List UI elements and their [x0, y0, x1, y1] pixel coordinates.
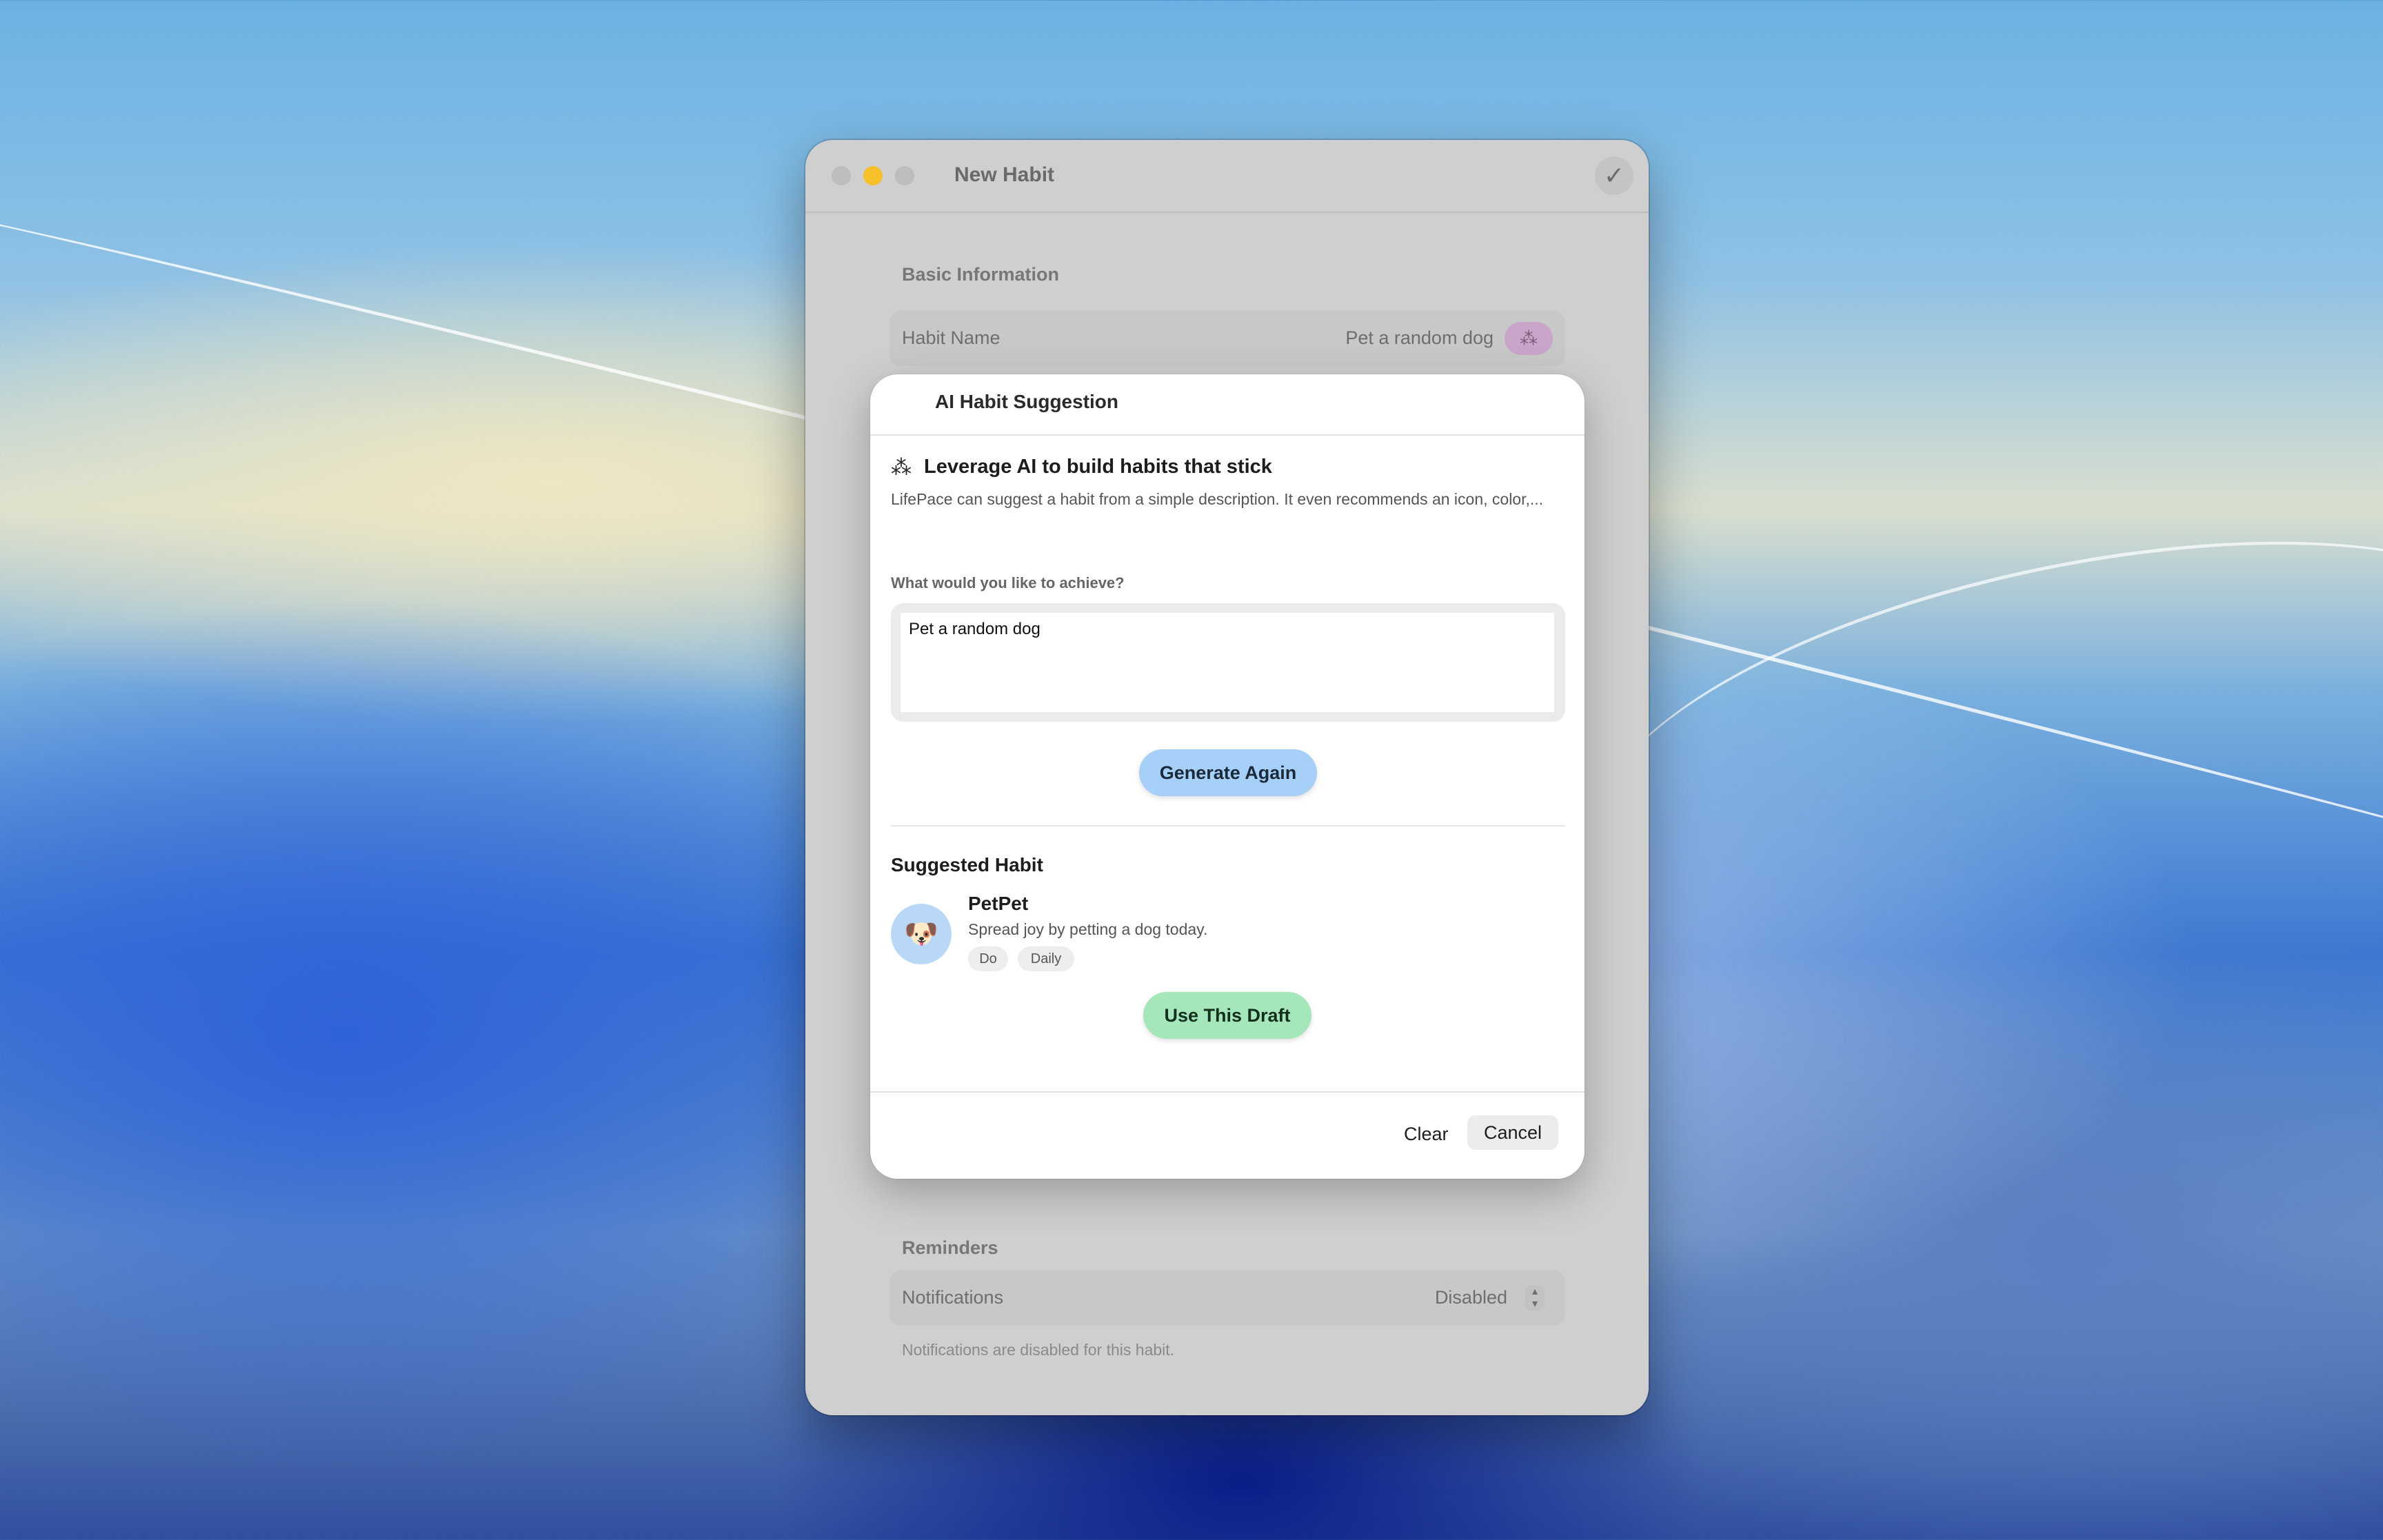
- suggested-habit-title: Suggested Habit: [891, 854, 1043, 875]
- dog-emoji-icon: 🐶: [891, 904, 952, 964]
- headline: Leverage AI to build habits that stick: [924, 456, 1272, 478]
- chevron-up-down-icon[interactable]: ▴ ▾: [1525, 1286, 1545, 1310]
- section-divider: [891, 825, 1565, 827]
- footer-divider: [870, 1091, 1585, 1093]
- prompt-label: What would you like to achieve?: [891, 574, 1125, 591]
- habit-name-label: Habit Name: [902, 327, 1001, 348]
- close-window-button[interactable]: [832, 166, 851, 185]
- sheet-title: AI Habit Suggestion: [935, 391, 1118, 412]
- title-bar: New Habit ✓: [805, 140, 1649, 213]
- generate-again-button[interactable]: Generate Again: [1139, 749, 1317, 796]
- wallpaper-streak: [1560, 468, 2383, 1011]
- ai-suggest-button[interactable]: ⁂: [1505, 322, 1553, 355]
- confirm-button[interactable]: ✓: [1595, 156, 1633, 195]
- window-title: New Habit: [954, 163, 1055, 186]
- prompt-input[interactable]: Pet a random dog: [901, 613, 1554, 712]
- clear-button[interactable]: Clear: [1404, 1124, 1449, 1145]
- suggested-habit-name: PetPet: [968, 893, 1029, 914]
- notifications-row[interactable]: Notifications Disabled ▴ ▾: [889, 1270, 1565, 1326]
- ai-habit-suggestion-sheet: AI Habit Suggestion ⁂ Leverage AI to bui…: [870, 374, 1585, 1179]
- habit-name-value: Pet a random dog: [1345, 327, 1494, 348]
- habit-frequency-tag: Daily: [1018, 946, 1074, 971]
- reminders-header: Reminders: [902, 1237, 998, 1258]
- basic-information-header: Basic Information: [902, 264, 1060, 285]
- description: LifePace can suggest a habit from a simp…: [891, 490, 1544, 508]
- prompt-input-container: Pet a random dog: [891, 603, 1565, 722]
- habit-name-row[interactable]: Habit Name Pet a random dog ⁂: [889, 311, 1565, 366]
- cancel-button[interactable]: Cancel: [1467, 1115, 1558, 1150]
- magic-wand-icon: ⁂: [1520, 328, 1538, 349]
- notifications-label: Notifications: [902, 1287, 1004, 1308]
- magic-wand-icon: ⁂: [891, 456, 912, 479]
- zoom-window-button[interactable]: [895, 166, 914, 185]
- notifications-hint: Notifications are disabled for this habi…: [902, 1341, 1175, 1359]
- use-this-draft-button[interactable]: Use This Draft: [1143, 992, 1311, 1039]
- header-divider: [870, 434, 1585, 436]
- checkmark-icon: ✓: [1603, 161, 1625, 190]
- notifications-value: Disabled: [1434, 1287, 1507, 1308]
- habit-type-tag: Do: [968, 946, 1008, 971]
- suggested-habit-description: Spread joy by petting a dog today.: [968, 920, 1208, 938]
- minimize-window-button[interactable]: [863, 166, 883, 185]
